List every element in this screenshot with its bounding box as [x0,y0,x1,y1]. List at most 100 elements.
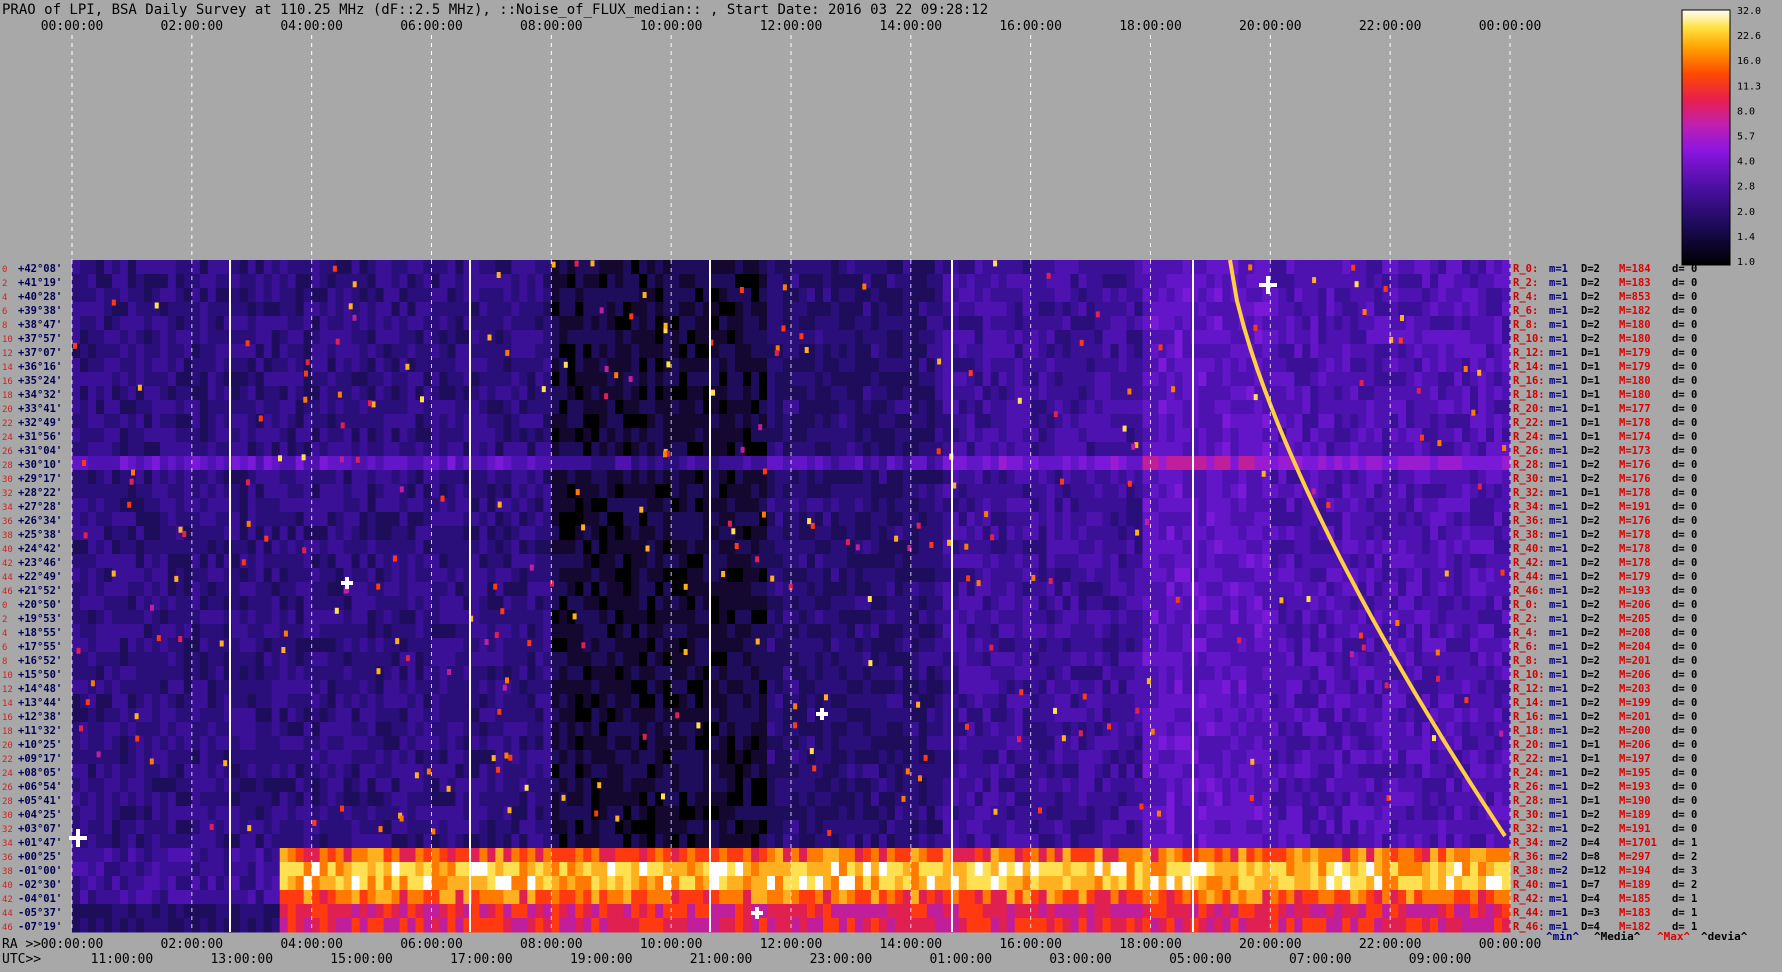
heatmap-cell [495,876,504,891]
heatmap-cell [879,568,888,583]
heatmap-cell [256,736,265,751]
heatmap-cell [200,554,209,569]
heatmap-cell [519,680,528,695]
heatmap-cell [727,316,736,331]
heatmap-cell [511,288,520,303]
heatmap-cell [863,400,872,415]
heatmap-cell [503,568,512,583]
heatmap-cell [208,876,217,891]
heatmap-cell [807,638,816,653]
heatmap-cell [384,260,393,275]
heatmap-cell [567,694,576,709]
heatmap-cell [791,876,800,891]
heatmap-cell [863,722,872,737]
heatmap-cell [416,848,425,863]
heatmap-cell [687,428,696,443]
heatmap-cell [439,708,448,723]
heatmap-cell [591,316,600,331]
heatmap-cell [232,904,241,919]
heatmap-cell [743,414,752,429]
heatmap-cell [807,302,816,317]
heatmap-cell [551,456,560,471]
heatmap-cell [160,330,169,345]
heatmap-cell [120,904,129,919]
heatmap-cell [687,260,696,275]
heatmap-cell [767,442,776,457]
heatmap-cell [376,470,385,485]
heatmap-cell [823,750,832,765]
heatmap-cell [160,526,169,541]
heatmap-cell [280,484,289,499]
heatmap-cell [775,596,784,611]
heatmap-cell [735,792,744,807]
heatmap-cell [879,414,888,429]
heatmap-cell [439,624,448,639]
heatmap-cell [471,736,480,751]
heatmap-cell [855,358,864,373]
heatmap-cell [855,806,864,821]
heatmap-cell [120,512,129,527]
heatmap-cell [735,526,744,541]
heatmap-cell [344,526,353,541]
heatmap-cell [416,456,425,471]
heatmap-cell [312,302,321,317]
heatmap-cell [639,330,648,345]
heatmap-cell [831,750,840,765]
heatmap-cell [639,372,648,387]
heatmap-cell [360,414,369,429]
heatmap-cell [487,512,496,527]
heatmap-cell [815,736,824,751]
heatmap-cell [671,568,680,583]
heatmap-cell [384,330,393,345]
heatmap-cell [280,526,289,541]
heatmap-cell [264,848,273,863]
heatmap-cell [479,260,488,275]
heatmap-cell [296,680,305,695]
heatmap-cell [416,344,425,359]
heatmap-cell [112,624,121,639]
heatmap-cell [847,428,856,443]
heatmap-cell [519,456,528,471]
heatmap-cell [104,596,113,611]
heatmap-cell [128,302,137,317]
heatmap-cell [487,302,496,317]
heatmap-cell [144,526,153,541]
heatmap-cell [400,694,409,709]
heatmap-cell [256,876,265,891]
heatmap-cell [719,596,728,611]
heatmap-cell [815,442,824,457]
heatmap-cell [72,428,81,443]
heatmap-cell [232,834,241,849]
heatmap-cell [631,652,640,667]
heatmap-cell [551,876,560,891]
heatmap-cell [455,288,464,303]
heatmap-cell [671,442,680,457]
heatmap-cell [503,834,512,849]
heatmap-cell [751,736,760,751]
heatmap-cell [519,806,528,821]
heatmap-cell [160,470,169,485]
heatmap-cell [735,302,744,317]
heatmap-cell [479,876,488,891]
heatmap-cell [639,666,648,681]
heatmap-cell [96,862,105,877]
heatmap-cell [232,666,241,681]
heatmap-cell [695,750,704,765]
heatmap-cell [120,330,129,345]
heatmap-cell [743,582,752,597]
heatmap-cell [727,484,736,499]
heatmap-cell [224,540,233,555]
heatmap-cell [783,526,792,541]
heatmap-cell [823,764,832,779]
heatmap-cell [615,274,624,289]
heatmap-cell [759,708,768,723]
heatmap-cell [304,484,313,499]
heatmap-cell [583,820,592,835]
heatmap-cell [599,792,608,807]
heatmap-cell [240,372,249,387]
heatmap-cell [759,750,768,765]
heatmap-cell [200,890,209,905]
heatmap-cell [743,862,752,877]
heatmap-cell [655,358,664,373]
heatmap-cell [495,344,504,359]
